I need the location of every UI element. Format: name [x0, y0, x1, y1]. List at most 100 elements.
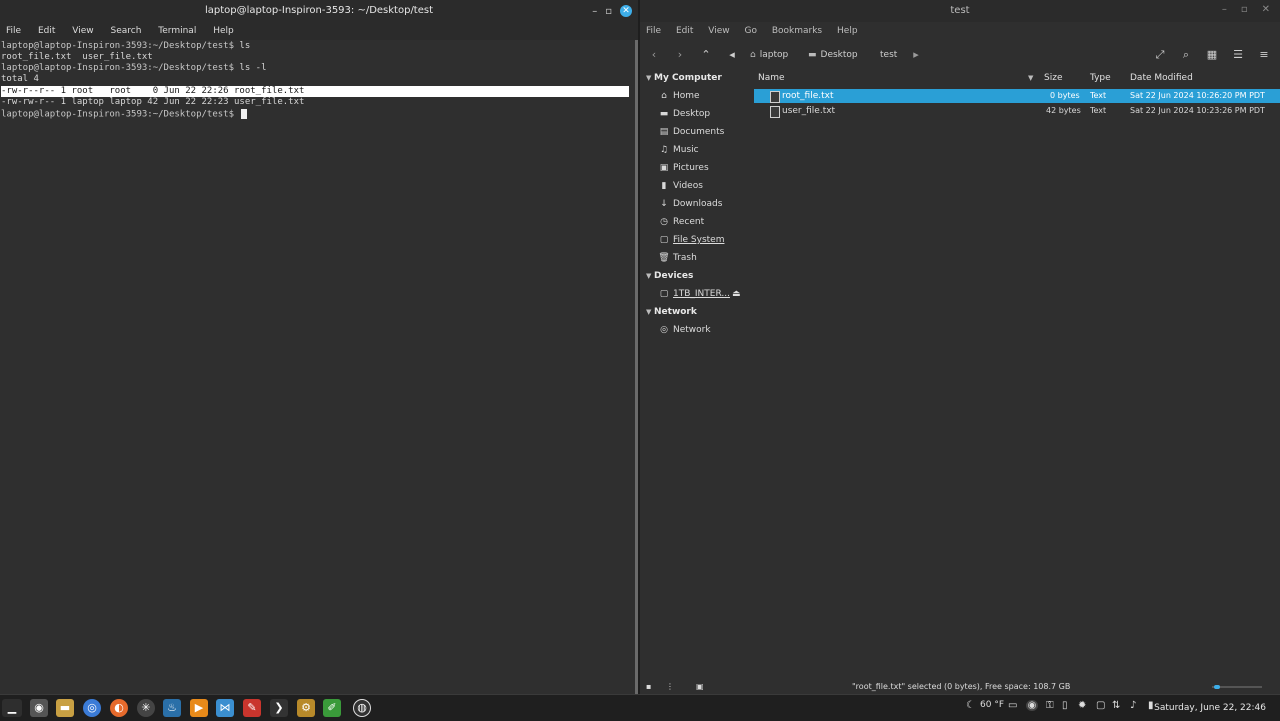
- fm-window-controls: – ▫ ✕: [1222, 4, 1270, 15]
- terminal-titlebar[interactable]: laptop@laptop-Inspiron-3593: ~/Desktop/t…: [0, 0, 638, 22]
- editor-icon[interactable]: ✐: [323, 699, 341, 717]
- location-toggle-icon[interactable]: ⤢: [1152, 47, 1168, 63]
- recording-icon[interactable]: ◉: [1026, 700, 1038, 711]
- clapper-icon[interactable]: ❯: [270, 699, 288, 717]
- search-icon[interactable]: ⌕: [1178, 47, 1194, 63]
- screenshot-app-icon[interactable]: ◉: [30, 699, 48, 717]
- terminal-menu-edit[interactable]: Edit: [38, 22, 55, 40]
- sidebar-item-music[interactable]: ♫ Music: [658, 142, 699, 158]
- file-modified: Sat 22 Jun 2024 10:26:20 PM PDT: [1130, 91, 1265, 100]
- fm-menu-help[interactable]: Help: [837, 22, 858, 40]
- volume-icon[interactable]: ♪: [1130, 700, 1136, 711]
- fm-menu-edit[interactable]: Edit: [676, 22, 693, 40]
- sidebar-item-pictures[interactable]: ▣ Pictures: [658, 160, 709, 176]
- window-tray-icon[interactable]: ▢: [1096, 700, 1105, 711]
- fm-menu-bookmarks[interactable]: Bookmarks: [772, 22, 822, 40]
- breadcrumb-left-icon[interactable]: ◂: [724, 47, 740, 63]
- obs-icon[interactable]: ◍: [353, 699, 371, 717]
- maximize-icon[interactable]: ▫: [1241, 4, 1248, 15]
- terminal-output[interactable]: laptop@laptop-Inspiron-3593:~/Desktop/te…: [0, 40, 636, 694]
- terminal-menu-help[interactable]: Help: [213, 22, 234, 40]
- fm-titlebar[interactable]: test: [640, 0, 1280, 22]
- sidebar-item-documents[interactable]: ▤ Documents: [658, 124, 725, 140]
- column-name[interactable]: Name: [758, 70, 785, 86]
- column-date-modified[interactable]: Date Modified: [1130, 70, 1193, 86]
- maximize-icon[interactable]: ▫: [605, 6, 612, 17]
- home-icon: ⌂: [661, 91, 667, 101]
- show-treeview-icon[interactable]: ⋮: [666, 680, 674, 694]
- sort-descending-icon[interactable]: ▼: [1028, 70, 1033, 86]
- sidebar-item-device[interactable]: ▢ 1TB_INTER...: [658, 286, 730, 302]
- icon-view-icon[interactable]: ▦: [1204, 47, 1220, 63]
- settings-tray-icon[interactable]: ✹: [1078, 700, 1086, 711]
- file-manager-window[interactable]: test – ▫ ✕ File Edit View Go Bookmarks H…: [640, 0, 1280, 694]
- eject-icon[interactable]: ⏏: [732, 286, 741, 302]
- list-view-icon[interactable]: ☰: [1230, 47, 1246, 63]
- firefox-icon[interactable]: ◐: [110, 699, 128, 717]
- file-row-root-file[interactable]: root_file.txt 0 bytes Text Sat 22 Jun 20…: [754, 89, 1280, 103]
- video-icon: ▮: [661, 181, 667, 191]
- terminal-window[interactable]: laptop@laptop-Inspiron-3593: ~/Desktop/t…: [0, 0, 638, 694]
- fm-menu-file[interactable]: File: [646, 22, 661, 40]
- sidebar-section-my-computer[interactable]: ▼ My Computer: [646, 70, 722, 86]
- sidebar-item-desktop[interactable]: ▬ Desktop: [658, 106, 710, 122]
- file-row-user-file[interactable]: user_file.txt 42 bytes Text Sat 22 Jun 2…: [754, 104, 1280, 118]
- back-icon[interactable]: ‹: [646, 47, 662, 63]
- terminal-menu-file[interactable]: File: [6, 22, 21, 40]
- document-tray-icon[interactable]: ▯: [1062, 700, 1068, 711]
- close-icon[interactable]: ✕: [1262, 4, 1270, 15]
- lock-icon[interactable]: ⚿: [1046, 700, 1054, 711]
- visual-studio-code-icon[interactable]: ⋈: [216, 699, 234, 717]
- fm-menu-go[interactable]: Go: [744, 22, 756, 40]
- terminal-menu-view[interactable]: View: [72, 22, 93, 40]
- battery-icon[interactable]: ▮: [1148, 700, 1154, 711]
- breadcrumb-test[interactable]: test: [876, 46, 901, 64]
- show-places-icon[interactable]: ▪: [646, 680, 651, 694]
- sidebar-item-network[interactable]: ◎ Network: [658, 322, 711, 338]
- sidebar-section-network[interactable]: ▼ Network: [646, 304, 697, 320]
- weather-moon-icon[interactable]: ☾: [966, 700, 975, 711]
- files-app-icon[interactable]: ▬: [56, 699, 74, 717]
- window-separator: [638, 0, 640, 694]
- menu-icon[interactable]: ▁: [2, 699, 22, 717]
- home-icon: ⌂: [750, 50, 756, 60]
- system-app-icon[interactable]: ✳: [137, 699, 155, 717]
- terminal-menu-search[interactable]: Search: [110, 22, 141, 40]
- sidebar-item-file-system[interactable]: ▢ File System: [658, 232, 725, 248]
- sidebar-item-home[interactable]: ⌂ Home: [658, 88, 699, 104]
- terminal-prompt: laptop@laptop-Inspiron-3593:~/Desktop/te…: [1, 63, 234, 73]
- sidebar-section-devices[interactable]: ▼ Devices: [646, 268, 693, 284]
- clipboard-icon[interactable]: ▭: [1008, 700, 1017, 711]
- breadcrumb-right-icon[interactable]: ▸: [908, 47, 924, 63]
- network-tray-icon[interactable]: ⇅: [1112, 700, 1120, 711]
- sidebar-item-downloads[interactable]: ↓ Downloads: [658, 196, 722, 212]
- temperature[interactable]: 60 °F: [980, 700, 1004, 710]
- sidebar-item-recent[interactable]: ◷ Recent: [658, 214, 704, 230]
- steam-icon[interactable]: ♨: [163, 699, 181, 717]
- video-editor-icon[interactable]: ✎: [243, 699, 261, 717]
- chrome-icon[interactable]: ◎: [83, 699, 101, 717]
- file-list-header: Name ▼ Size Type Date Modified: [754, 70, 1280, 86]
- package-icon[interactable]: ⚙: [297, 699, 315, 717]
- clock[interactable]: Saturday, June 22, 22:46: [1154, 695, 1266, 721]
- column-size[interactable]: Size: [1044, 70, 1062, 86]
- file-name: user_file.txt: [782, 106, 836, 116]
- minimize-icon[interactable]: –: [592, 6, 597, 17]
- terminal-menu-terminal[interactable]: Terminal: [158, 22, 196, 40]
- sidebar-item-trash[interactable]: 🗑︎ Trash: [658, 250, 697, 266]
- close-icon[interactable]: ✕: [620, 5, 632, 17]
- pictures-icon: ▣: [659, 163, 669, 173]
- minimize-icon[interactable]: –: [1222, 4, 1227, 15]
- forward-icon[interactable]: ›: [672, 47, 688, 63]
- column-type[interactable]: Type: [1090, 70, 1111, 86]
- media-player-icon[interactable]: ▶: [190, 699, 208, 717]
- breadcrumb-desktop[interactable]: ▬ Desktop: [804, 46, 862, 64]
- fm-menu-view[interactable]: View: [708, 22, 729, 40]
- terminal-menubar: File Edit View Search Terminal Help: [0, 22, 638, 40]
- up-icon[interactable]: ⌃: [698, 47, 714, 63]
- sidebar-item-videos[interactable]: ▮ Videos: [658, 178, 703, 194]
- zoom-slider-handle[interactable]: [1214, 685, 1220, 689]
- hide-sidebar-icon[interactable]: ▣: [696, 680, 704, 694]
- breadcrumb-laptop[interactable]: ⌂ laptop: [746, 46, 792, 64]
- compact-view-icon[interactable]: ≡: [1256, 47, 1272, 63]
